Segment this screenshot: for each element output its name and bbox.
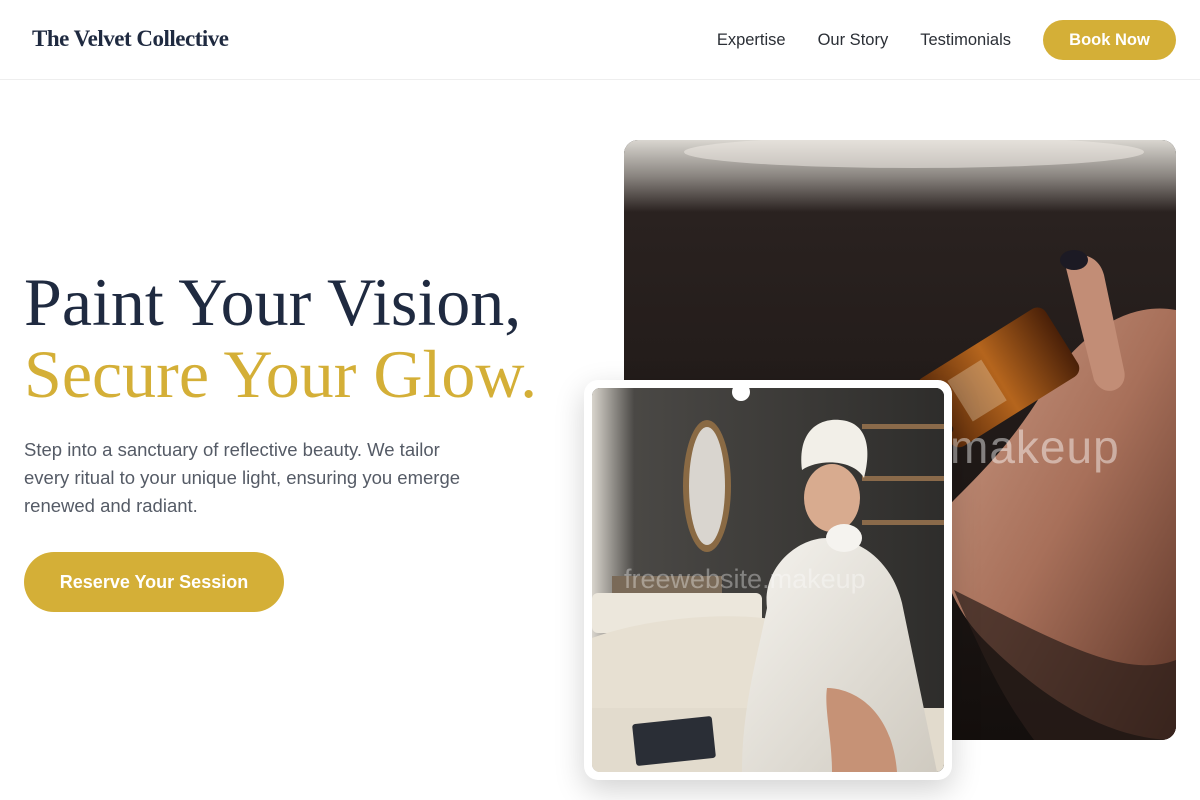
nav-link-testimonials[interactable]: Testimonials bbox=[920, 31, 1011, 50]
photo-watermark: makeup bbox=[950, 421, 1120, 473]
photo-watermark-overlay: freewebsite.makeup bbox=[624, 564, 866, 594]
main-nav: Expertise Our Story Testimonials Book No… bbox=[717, 20, 1176, 60]
hero-title: Paint Your Vision, Secure Your Glow. bbox=[24, 266, 537, 410]
hero-description: Step into a sanctuary of reflective beau… bbox=[24, 439, 461, 516]
reserve-session-button[interactable]: Reserve Your Session bbox=[24, 552, 284, 612]
hero-title-line1: Paint Your Vision, bbox=[24, 264, 522, 340]
site-header: The Velvet Collective Expertise Our Stor… bbox=[0, 0, 1200, 80]
brand-logo[interactable]: The Velvet Collective bbox=[32, 26, 229, 52]
book-now-button[interactable]: Book Now bbox=[1043, 20, 1176, 60]
nav-link-expertise[interactable]: Expertise bbox=[717, 31, 786, 50]
hero-title-line2: Secure Your Glow. bbox=[24, 336, 538, 412]
nav-link-our-story[interactable]: Our Story bbox=[818, 31, 889, 50]
